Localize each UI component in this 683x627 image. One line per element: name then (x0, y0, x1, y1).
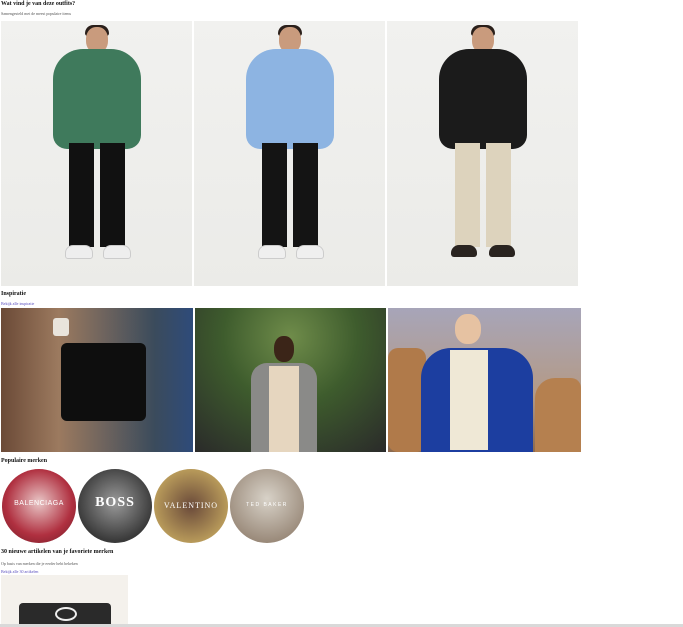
product-card[interactable] (1, 575, 128, 627)
head-shape (455, 314, 481, 344)
outfit-section-subtitle: Samengesteld met de meest populaire item… (1, 11, 72, 16)
outfit-card-green[interactable] (1, 21, 192, 286)
brands-section-title: Populaire merken (1, 458, 48, 464)
inspiration-card-party[interactable] (195, 308, 386, 452)
model-figure (47, 25, 147, 275)
new-items-title: 30 nieuwe artikelen van je favoriete mer… (1, 549, 114, 555)
inspiration-card-underwear[interactable] (1, 308, 193, 452)
inspiration-card-desert[interactable] (388, 308, 581, 452)
outfit-card-blue[interactable] (194, 21, 385, 286)
head-shape (274, 336, 294, 362)
mug-shape (53, 318, 69, 336)
brand-label: VALENTINO (163, 501, 219, 510)
rock-shape (535, 378, 581, 452)
drawstring-shape (55, 607, 77, 621)
brand-label: TED BAKER (246, 502, 288, 508)
brand-valentino[interactable]: VALENTINO (154, 469, 228, 543)
inspiration-section-title: Inspiratie (1, 291, 27, 297)
brand-label: BOSS (95, 495, 135, 510)
model-figure (240, 25, 340, 275)
inspiration-all-link[interactable]: Bekijk alle inspiratie (1, 301, 34, 306)
new-items-subtitle: Op basis van merken die je eerder hebt b… (1, 561, 78, 566)
brand-label: BALENCIAGA (14, 500, 64, 507)
model-figure (433, 25, 533, 275)
new-items-all-link[interactable]: Bekijk alle 30 artikelen (1, 569, 38, 574)
underwear-shape (61, 343, 146, 421)
outfit-card-black[interactable] (387, 21, 578, 286)
brand-boss[interactable]: BOSS (78, 469, 152, 543)
brand-balenciaga[interactable]: BALENCIAGA (2, 469, 76, 543)
outfit-section-title: Wat vind je van deze outfits? (1, 1, 76, 7)
brand-ted-baker[interactable]: TED BAKER (230, 469, 304, 543)
knit-shape (450, 350, 488, 450)
turtleneck-shape (269, 366, 299, 452)
